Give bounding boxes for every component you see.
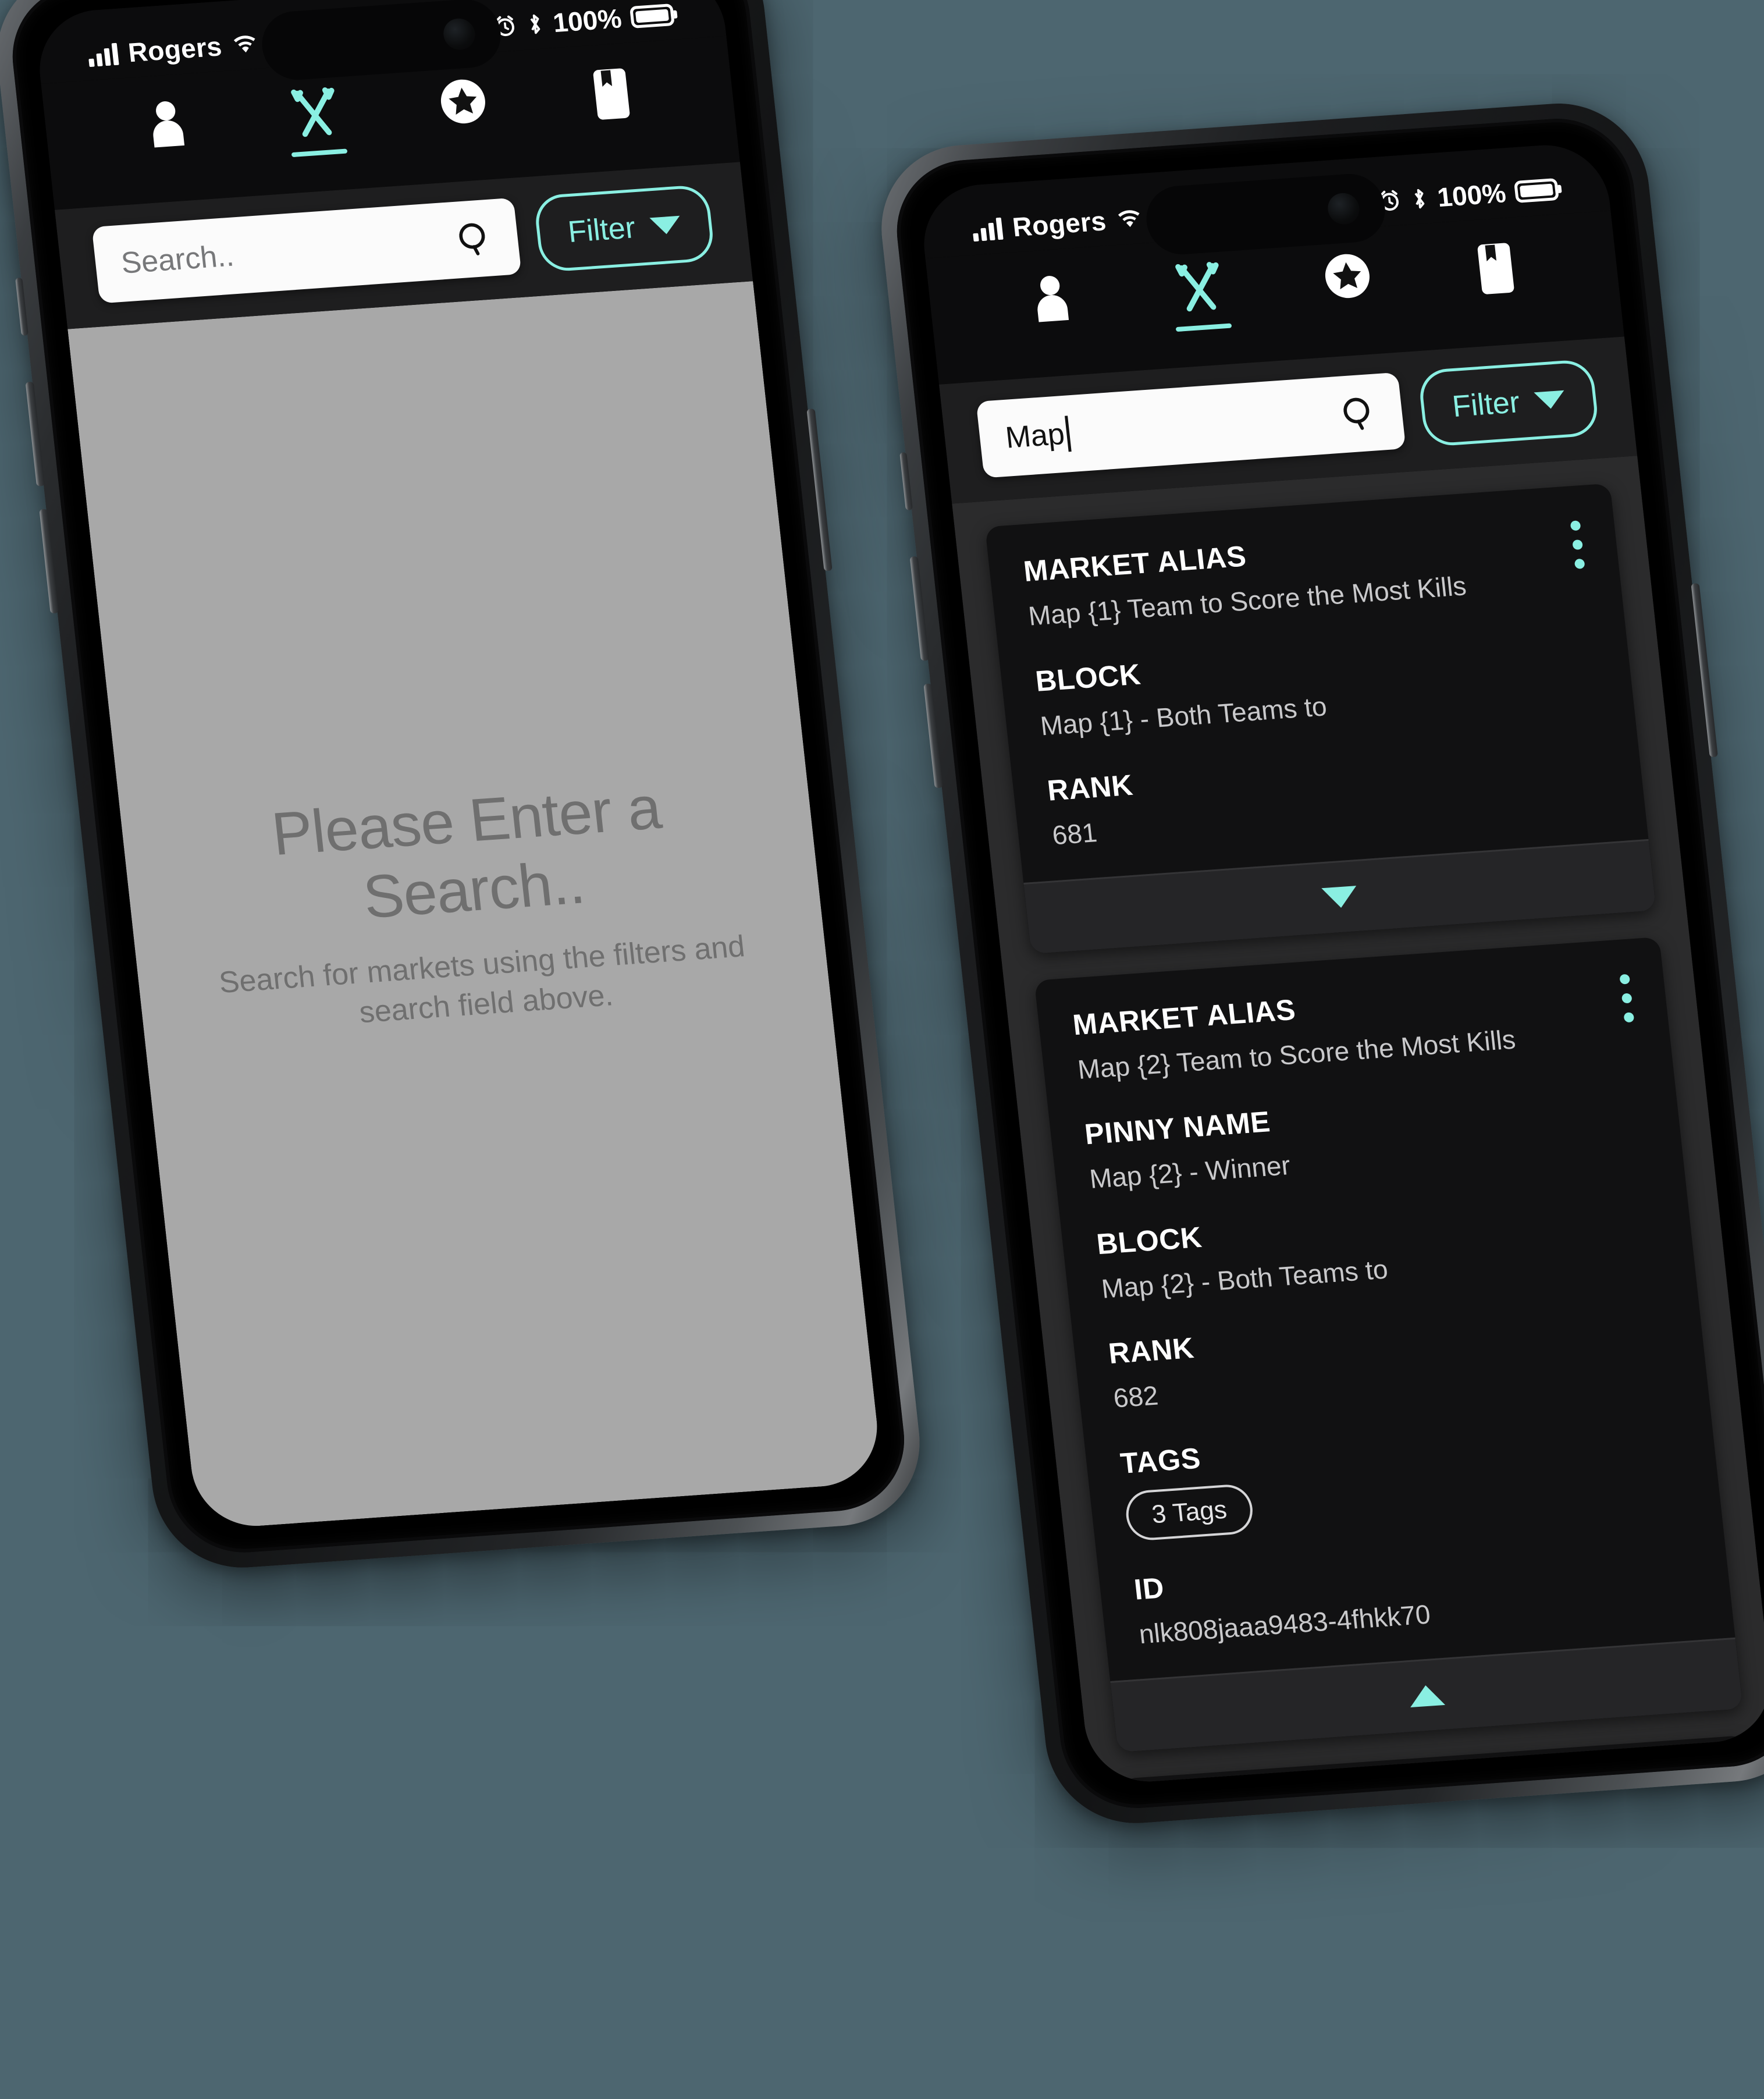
- phone-device-right: Rogers 100% Map Filter MARKET ALIAS Map …: [873, 97, 1764, 1830]
- person-icon: [1037, 276, 1069, 322]
- volume-up-button-right[interactable]: [909, 556, 930, 661]
- filter-button-left[interactable]: Filter: [533, 184, 716, 273]
- field-block: BLOCK Map {1} - Both Teams to: [1034, 626, 1600, 743]
- star-circle-icon: [440, 79, 485, 124]
- market-results-list: MARKET ALIAS Map {1} Team to Score the M…: [952, 456, 1764, 1786]
- battery-full-icon: [1513, 177, 1559, 203]
- search-icon[interactable]: [454, 220, 494, 258]
- tab-saved-right[interactable]: [1418, 237, 1574, 318]
- phone-bezel-left: Rogers 100% Search.. Filter Please Enter…: [5, 0, 912, 1558]
- volume-down-button[interactable]: [39, 509, 59, 614]
- tab-profile-left[interactable]: [90, 93, 246, 171]
- mute-switch[interactable]: [15, 277, 29, 336]
- bookmark-card-icon: [1477, 243, 1514, 294]
- empty-state-title: Please Enter a Search..: [268, 774, 664, 932]
- battery-percent-label: 100%: [551, 3, 623, 38]
- wifi-icon: [233, 35, 255, 53]
- empty-state-left: Please Enter a Search.. Search for marke…: [67, 281, 884, 1530]
- bluetooth-icon: [530, 14, 540, 34]
- content-area-left: Please Enter a Search.. Search for marke…: [67, 281, 884, 1530]
- field-pinny-name: PINNY NAME Map {2} - Winner: [1083, 1079, 1649, 1196]
- tags-count-badge[interactable]: 3 Tags: [1123, 1483, 1256, 1542]
- bluetooth-icon: [1414, 189, 1425, 209]
- field-tags: TAGS 3 Tags: [1119, 1408, 1687, 1542]
- field-rank: RANK 681: [1045, 735, 1612, 853]
- cellular-signal-icon: [971, 216, 1004, 242]
- carrier-label: Rogers: [1011, 205, 1108, 243]
- field-market-alias: MARKET ALIAS Map {2} Team to Score the M…: [1071, 969, 1637, 1086]
- front-camera-lens: [442, 17, 477, 51]
- mockup-stage: Rogers 100% Search.. Filter Please Enter…: [0, 0, 1764, 2099]
- chevron-down-icon: [1321, 885, 1359, 909]
- phone-screen-right: Rogers 100% Map Filter MARKET ALIAS Map …: [917, 141, 1764, 1786]
- tab-favorites-left[interactable]: [386, 73, 542, 148]
- carrier-label: Rogers: [126, 31, 223, 68]
- power-button-right[interactable]: [1691, 583, 1718, 758]
- wifi-icon: [1118, 210, 1140, 228]
- crossed-tools-icon: [290, 87, 335, 137]
- mute-switch-right[interactable]: [899, 452, 913, 511]
- search-value-right: Map: [1004, 415, 1072, 456]
- front-camera-lens-right: [1326, 191, 1361, 226]
- phone-device-left: Rogers 100% Search.. Filter Please Enter…: [0, 0, 929, 1574]
- battery-percent-label: 100%: [1435, 177, 1507, 213]
- cellular-signal-icon: [87, 42, 119, 68]
- field-block: BLOCK Map {2} - Both Teams to: [1095, 1188, 1661, 1306]
- filter-button-label: Filter: [1450, 385, 1521, 424]
- search-input-right[interactable]: Map: [976, 372, 1406, 478]
- search-input-left[interactable]: Search..: [91, 197, 522, 304]
- tab-tools-right[interactable]: [1122, 258, 1278, 335]
- chevron-down-icon: [649, 215, 682, 236]
- filter-button-right[interactable]: Filter: [1417, 358, 1600, 447]
- field-market-alias: MARKET ALIAS Map {3} Team to Score the M…: [1158, 1768, 1724, 1786]
- empty-state-subtitle: Search for markets using the filters and…: [217, 929, 747, 1030]
- field-label: TAGS: [1118, 1441, 1203, 1480]
- tab-saved-left[interactable]: [534, 62, 690, 143]
- crossed-tools-icon: [1175, 262, 1219, 312]
- tab-tools-left[interactable]: [238, 83, 393, 161]
- chevron-down-icon: [1534, 390, 1566, 410]
- star-circle-icon: [1325, 254, 1370, 299]
- field-rank: RANK 682: [1107, 1298, 1673, 1415]
- field-market-alias: MARKET ALIAS Map {1} Team to Score the M…: [1022, 516, 1588, 633]
- person-icon: [152, 101, 184, 148]
- volume-up-button[interactable]: [25, 381, 45, 486]
- volume-down-button-right[interactable]: [923, 683, 943, 789]
- chevron-up-icon: [1408, 1684, 1446, 1708]
- kebab-menu-icon[interactable]: [1706, 1772, 1721, 1786]
- field-id: ID nlk808jaaa9483-4fhkk70: [1132, 1533, 1698, 1651]
- search-placeholder-left: Search..: [119, 239, 236, 280]
- search-icon[interactable]: [1338, 395, 1378, 433]
- filter-button-label: Filter: [566, 211, 637, 250]
- power-button[interactable]: [806, 409, 833, 571]
- bookmark-card-icon: [593, 68, 630, 120]
- battery-full-icon: [629, 3, 675, 29]
- phone-bezel-right: Rogers 100% Map Filter MARKET ALIAS Map …: [889, 113, 1764, 1813]
- field-label: MARKET ALIAS: [1158, 1768, 1719, 1786]
- content-area-right: MARKET ALIAS Map {1} Team to Score the M…: [952, 456, 1764, 1786]
- tab-profile-right[interactable]: [975, 268, 1130, 345]
- market-card[interactable]: MARKET ALIAS Map {1} Team to Score the M…: [984, 483, 1656, 954]
- market-card[interactable]: MARKET ALIAS Map {2} Team to Score the M…: [1034, 936, 1743, 1753]
- phone-screen-left: Rogers 100% Search.. Filter Please Enter…: [33, 0, 884, 1530]
- tab-favorites-right[interactable]: [1271, 247, 1426, 322]
